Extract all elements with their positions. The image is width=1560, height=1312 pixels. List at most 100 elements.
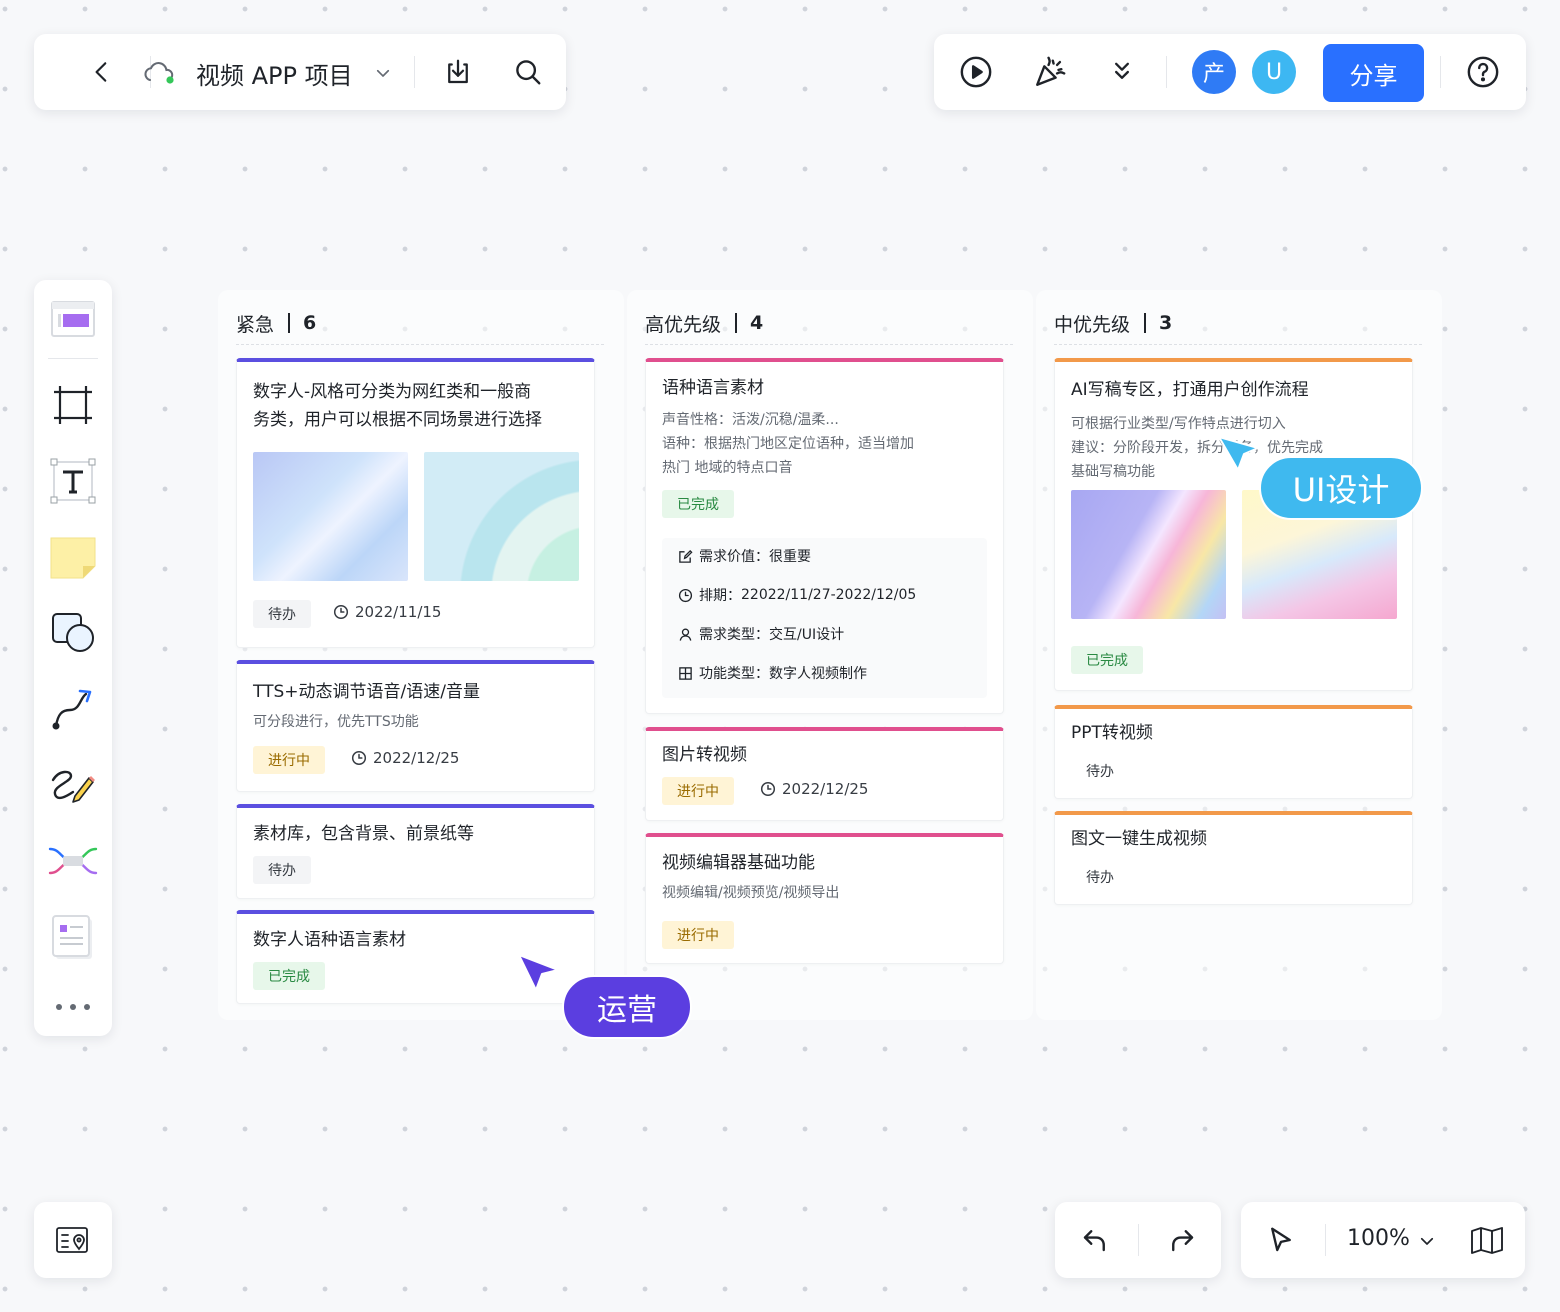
task-card[interactable]: 图文一键生成视频 待办 <box>1054 811 1413 905</box>
mindmap-icon[interactable] <box>48 836 98 886</box>
detail-text: 22022/11/27-2022/12/05 <box>741 587 917 603</box>
collaborator-name-label: UI设计 <box>1259 456 1423 520</box>
avatar[interactable]: U <box>1252 50 1296 94</box>
card-title: 务类，用户可以根据不同场景进行选择 <box>253 410 542 430</box>
due-date: 2022/12/25 <box>351 749 459 767</box>
connector-icon[interactable] <box>48 684 98 734</box>
divider <box>288 313 291 333</box>
play-icon[interactable] <box>956 52 996 92</box>
user-icon <box>679 627 692 641</box>
card-title: 素材库，包含背景、前景纸等 <box>253 824 474 844</box>
minimap-icon[interactable] <box>53 1220 93 1260</box>
detail-text: 很重要 <box>769 549 811 565</box>
download-icon[interactable] <box>438 52 478 92</box>
card-title: AI写稿专区，打通用户创作流程 <box>1071 380 1309 400</box>
frame-icon[interactable] <box>48 380 98 430</box>
double-chevron-down-icon[interactable] <box>1102 52 1142 92</box>
card-description: 视频编辑/视频预览/视频导出 <box>662 885 840 901</box>
undo-icon[interactable] <box>1075 1220 1115 1260</box>
task-card[interactable]: 视频编辑器基础功能 视频编辑/视频预览/视频导出 进行中 <box>645 833 1004 964</box>
task-card[interactable]: 语种语言素材 声音性格：活泼/沉稳/温柔... 语种：根据热门地区定位语种，适当… <box>645 358 1004 714</box>
status-badge: 已完成 <box>662 490 734 518</box>
divider <box>414 56 415 88</box>
select-pointer-icon[interactable] <box>1261 1220 1301 1260</box>
due-date: 2022/11/15 <box>333 603 441 621</box>
chevron-down-icon[interactable] <box>1416 1230 1438 1252</box>
share-button[interactable]: 分享 <box>1323 44 1424 102</box>
task-card[interactable]: 图片转视频 进行中 2022/12/25 <box>645 727 1004 821</box>
edit-icon <box>679 549 693 563</box>
task-card[interactable]: TTS+动态调节语音/语速/音量 可分段进行，优先TTS功能 进行中 2022/… <box>236 660 595 792</box>
card-description: 声音性格：活泼/沉稳/温柔... <box>662 412 839 428</box>
divider <box>1325 1224 1326 1256</box>
template-icon[interactable] <box>48 294 98 344</box>
clock-icon <box>760 781 776 797</box>
clock-icon <box>351 750 367 766</box>
sticky-note-icon[interactable] <box>48 532 98 582</box>
status-badge: 待办 <box>253 600 311 628</box>
detail-type: 需求类型： 交互/UI设计 <box>678 624 844 644</box>
detail-function: 功能类型： 数字人视频制作 <box>678 663 867 683</box>
divider <box>1166 56 1167 88</box>
status-badge: 进行中 <box>253 746 325 774</box>
search-icon[interactable] <box>508 52 548 92</box>
status-badge: 待办 <box>1071 757 1129 785</box>
pen-icon[interactable] <box>48 760 98 810</box>
kanban-column-medium-priority: 中优先级 3 AI写稿专区，打通用户创作流程 可根据行业类型/写作特点进行切入 … <box>1036 290 1442 1020</box>
party-popper-icon[interactable] <box>1030 52 1070 92</box>
image-thumbnail[interactable] <box>424 452 579 581</box>
back-arrow-icon[interactable] <box>82 52 122 92</box>
image-thumbnail[interactable] <box>1071 490 1226 619</box>
due-date: 2022/12/25 <box>760 780 868 798</box>
task-card[interactable]: 数字人-风格可分类为网红类和一般商 务类，用户可以根据不同场景进行选择 待办 2… <box>236 358 595 648</box>
column-name: 高优先级 <box>645 313 722 336</box>
clock-icon <box>678 588 693 602</box>
detail-value: 需求价值： 很重要 <box>678 546 811 566</box>
document-icon[interactable] <box>48 912 98 962</box>
collaboration-bar: 产 U 分享 <box>934 34 1526 110</box>
detail-schedule: 排期： 22022/11/27-2022/12/05 <box>678 585 916 605</box>
task-card[interactable]: 素材库，包含背景、前景纸等 待办 <box>236 804 595 899</box>
project-title[interactable]: 视频 APP 项目 <box>196 56 353 91</box>
grid-icon <box>679 666 692 680</box>
shape-icon[interactable] <box>48 608 98 658</box>
minimap-panel <box>34 1202 112 1278</box>
card-description: 语种：根据热门地区定位语种，适当增加 <box>662 436 914 452</box>
card-title: 数字人语种语言素材 <box>253 930 406 950</box>
column-name: 中优先级 <box>1054 313 1131 336</box>
task-card[interactable]: AI写稿专区，打通用户创作流程 可根据行业类型/写作特点进行切入 建议：分阶段开… <box>1054 358 1413 691</box>
due-date-text: 2022/12/25 <box>782 780 869 798</box>
status-badge: 已完成 <box>1071 646 1143 674</box>
card-details: 需求价值： 很重要 排期： 22022/11/27-2022/12/05 需求类型：… <box>662 538 987 698</box>
status-badge: 已完成 <box>253 962 325 990</box>
card-title: 图片转视频 <box>662 745 747 765</box>
divider <box>1440 56 1441 88</box>
kanban-column-high-priority: 高优先级 4 语种语言素材 声音性格：活泼/沉稳/温柔... 语种：根据热门地区… <box>627 290 1033 1020</box>
card-description: 可分段进行，优先TTS功能 <box>253 714 419 730</box>
column-header: 中优先级 3 <box>1054 310 1172 336</box>
task-card[interactable]: PPT转视频 待办 <box>1054 705 1413 799</box>
help-icon[interactable] <box>1463 52 1503 92</box>
clock-icon <box>333 604 349 620</box>
column-header: 紧急 6 <box>236 310 316 336</box>
redo-icon[interactable] <box>1162 1220 1202 1260</box>
due-date-text: 2022/11/15 <box>355 603 442 621</box>
status-badge: 进行中 <box>662 777 734 805</box>
avatar[interactable]: 产 <box>1192 50 1236 94</box>
more-icon[interactable] <box>48 982 98 1032</box>
divider <box>236 344 604 345</box>
map-icon[interactable] <box>1467 1220 1507 1260</box>
zoom-level[interactable]: 100% <box>1347 1226 1410 1251</box>
column-count: 3 <box>1159 312 1173 334</box>
collaborator-cursor-icon <box>516 952 562 994</box>
detail-label: 需求类型： <box>699 627 769 643</box>
text-tool-icon[interactable] <box>48 456 98 506</box>
card-title: TTS+动态调节语音/语速/音量 <box>253 682 480 702</box>
divider <box>1144 313 1147 333</box>
column-header: 高优先级 4 <box>645 310 763 336</box>
history-controls <box>1055 1202 1221 1278</box>
due-date-text: 2022/12/25 <box>373 749 460 767</box>
detail-label: 排期： <box>699 588 741 604</box>
image-thumbnail[interactable] <box>253 452 408 581</box>
chevron-down-icon[interactable] <box>372 62 394 84</box>
